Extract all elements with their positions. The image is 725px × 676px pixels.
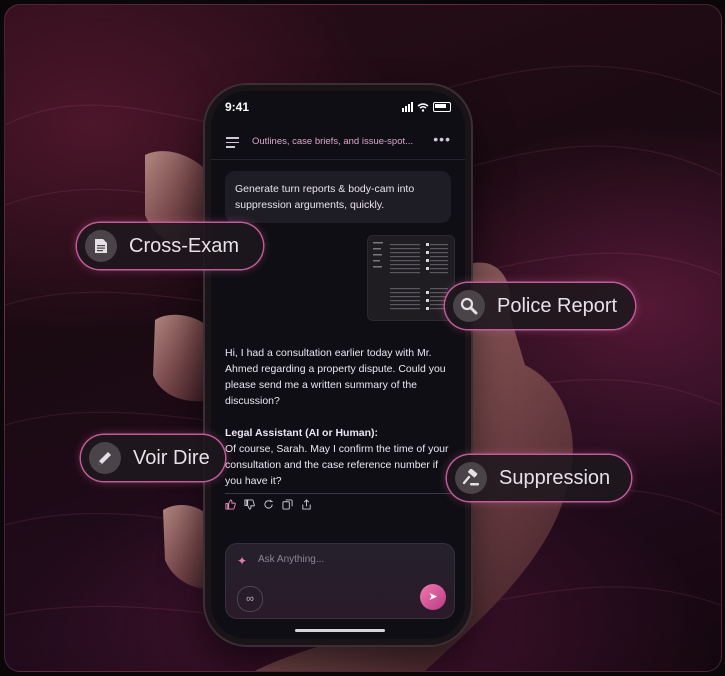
assistant-reply: Of course, Sarah. May I confirm the time…: [225, 443, 449, 487]
copy-icon[interactable]: [282, 499, 293, 510]
regenerate-icon[interactable]: [263, 499, 274, 510]
signal-icon: [402, 102, 413, 112]
message-composer: ✦ ∞ ➤: [225, 543, 455, 619]
message-divider: [225, 493, 451, 494]
thumbs-down-icon[interactable]: [244, 499, 255, 510]
chip-police-report[interactable]: Police Report: [445, 283, 635, 329]
chip-label: Voir Dire: [133, 446, 210, 469]
phone-device: 9:41 Outlines, case briefs, and issue-sp…: [205, 85, 471, 645]
chip-cross-exam[interactable]: Cross-Exam: [77, 223, 263, 269]
document-icon: [85, 230, 117, 262]
chip-label: Cross-Exam: [129, 234, 240, 257]
home-indicator: [295, 629, 385, 632]
chat-header: Outlines, case briefs, and issue-spot...…: [211, 125, 465, 160]
thumbs-up-icon[interactable]: [225, 499, 236, 510]
hero-frame: 9:41 Outlines, case briefs, and issue-sp…: [4, 4, 722, 672]
message-text: Hi, I had a consultation earlier today w…: [225, 347, 446, 407]
user-prompt-text: Generate turn reports & body-cam into su…: [235, 183, 415, 211]
share-icon[interactable]: [301, 499, 312, 510]
status-bar: 9:41: [225, 100, 451, 116]
phone-screen: 9:41 Outlines, case briefs, and issue-sp…: [211, 91, 465, 639]
attachment-thumbnail[interactable]: [367, 235, 455, 321]
chip-voir-dire[interactable]: Voir Dire: [81, 435, 225, 481]
menu-icon[interactable]: [226, 137, 239, 148]
wifi-icon: [417, 102, 429, 112]
chip-suppression[interactable]: Suppression: [447, 455, 631, 501]
message-actions: [225, 499, 312, 510]
assistant-label: Legal Assistant (AI or Human):: [225, 427, 379, 439]
magnifier-icon: [453, 290, 485, 322]
chip-label: Suppression: [499, 466, 611, 489]
gavel-icon: [455, 462, 487, 494]
document-preview: [373, 242, 448, 310]
sparkle-icon: ✦: [237, 554, 248, 568]
ask-anything-input[interactable]: [256, 553, 440, 566]
send-button[interactable]: ➤: [420, 584, 446, 610]
chat-message: Hi, I had a consultation earlier today w…: [225, 345, 453, 489]
user-prompt-bubble: Generate turn reports & body-cam into su…: [225, 171, 451, 223]
pencil-icon: [89, 442, 121, 474]
chat-title: Outlines, case briefs, and issue-spot...: [252, 136, 414, 147]
more-options-icon[interactable]: •••: [433, 131, 451, 147]
chip-label: Police Report: [497, 294, 618, 317]
battery-icon: [433, 102, 451, 112]
status-time: 9:41: [225, 100, 250, 114]
attach-link-button[interactable]: ∞: [237, 586, 263, 612]
status-icons: [402, 102, 451, 112]
